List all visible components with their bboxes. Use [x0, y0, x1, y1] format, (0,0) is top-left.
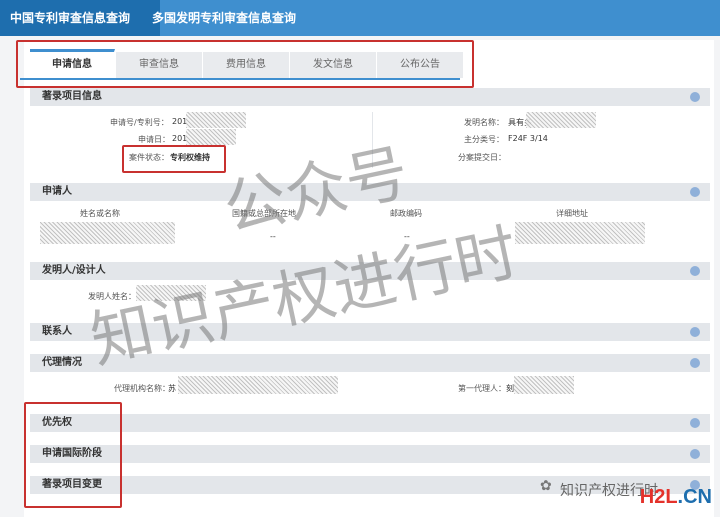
div-date-label: 分案提交日：: [458, 153, 506, 162]
expand-icon[interactable]: [690, 187, 700, 197]
section-title: 发明人/设计人: [42, 265, 106, 276]
app-no-label: 申请号/专利号：: [110, 118, 169, 127]
highlight-box-tabs: [16, 40, 474, 88]
expand-icon[interactable]: [690, 449, 700, 459]
section-title: 联系人: [42, 326, 72, 337]
highlight-box-sections: [24, 402, 122, 508]
redaction: [186, 112, 246, 128]
tab-multi-country-query[interactable]: 多国发明专利审查信息查询: [142, 0, 306, 36]
redaction: [40, 222, 175, 244]
expand-icon[interactable]: [690, 92, 700, 102]
title-label: 发明名称：: [464, 118, 504, 127]
expand-icon[interactable]: [690, 327, 700, 337]
redaction: [178, 376, 338, 394]
logo-cn: .CN: [677, 486, 712, 508]
expand-icon[interactable]: [690, 358, 700, 368]
wechat-icon: ✿: [540, 478, 552, 494]
top-navigation: 中国专利审查信息查询 多国发明专利审查信息查询: [0, 0, 720, 36]
logo: H2L.CN: [640, 486, 712, 509]
ipc-label: 主分类号：: [464, 135, 504, 144]
expand-icon[interactable]: [690, 418, 700, 428]
section-international[interactable]: 申请国际阶段: [30, 445, 710, 463]
agent-value: 刻: [506, 384, 514, 393]
section-priority[interactable]: 优先权: [30, 414, 710, 432]
logo-h2l: H2L: [639, 486, 678, 508]
expand-icon[interactable]: [690, 266, 700, 276]
tab-china-patent-query[interactable]: 中国专利审查信息查询: [0, 0, 160, 36]
ipc-value: F24F 3/14: [508, 134, 548, 143]
agency-label: 代理机构名称：: [114, 384, 170, 393]
section-title: 著录项目信息: [42, 91, 102, 102]
redaction: [526, 112, 596, 128]
highlight-box-status: [122, 145, 226, 173]
col-address: 详细地址: [556, 209, 588, 218]
app-date-label: 申请日：: [138, 135, 170, 144]
section-title: 申请人: [42, 186, 72, 197]
agency-value: 苏: [168, 384, 176, 393]
redaction: [514, 376, 574, 394]
agent-label: 第一代理人：: [458, 384, 506, 393]
section-title: 代理情况: [42, 357, 82, 368]
col-name: 姓名或名称: [80, 209, 120, 218]
app-no-value: 201: [172, 117, 188, 126]
redaction: [515, 222, 645, 244]
app-date-value: 201: [172, 134, 188, 143]
section-bibliographic[interactable]: 著录项目信息: [30, 88, 710, 106]
redaction: [186, 129, 236, 145]
